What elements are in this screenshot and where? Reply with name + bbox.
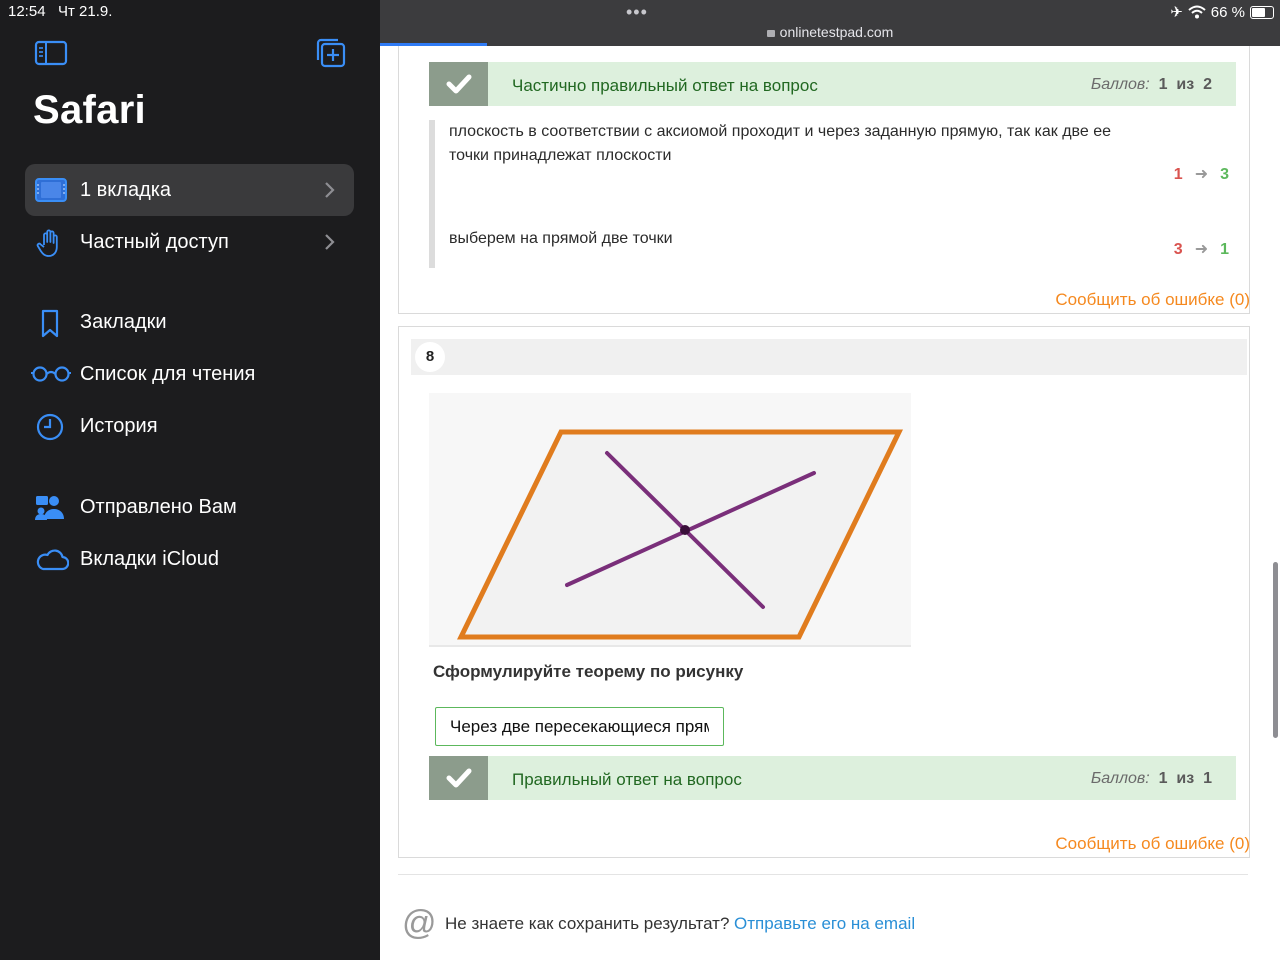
address-bar[interactable]: onlinetestpad.com (380, 24, 1280, 40)
browser-toolbar: ••• onlinetestpad.com ✈ 66 % (380, 0, 1280, 46)
status-time: 12:54 (8, 3, 46, 20)
sidebar-item-label: 1 вкладка (80, 179, 172, 201)
result-bar-correct: Правильный ответ на вопрос Баллов: 1 из … (429, 756, 1236, 800)
battery-icon (1250, 5, 1274, 19)
glasses-icon (31, 360, 71, 388)
score: Баллов: 1 из 1 (1090, 770, 1212, 787)
report-error-link[interactable]: Сообщить об ошибке (0) (1055, 834, 1250, 854)
sidebar-item-label: История (80, 415, 158, 437)
sidebar-item-reading-list[interactable]: Список для чтения (25, 348, 354, 400)
shared-people-icon (35, 493, 65, 521)
status-right: ✈ 66 % (1170, 3, 1274, 21)
airplane-icon: ✈ (1170, 4, 1183, 21)
question-header: 8 (411, 339, 1247, 375)
result-bar-partial: Частично правильный ответ на вопрос Балл… (429, 62, 1236, 106)
sidebar-item-icloud-tabs[interactable]: Вкладки iCloud (25, 533, 354, 585)
lock-icon (766, 30, 775, 37)
question-card-8: 8 Сформулируйте теорему по рисунку Прави… (398, 326, 1250, 858)
chevron-right-icon (324, 180, 336, 200)
battery-percent: 66 % (1210, 3, 1245, 21)
status-date: Чт 21.9. (58, 3, 113, 20)
checkmark-icon (429, 62, 488, 106)
answer-text: плоскость в соответствии с аксиомой прох… (449, 123, 1112, 164)
sidebar-item-label: Закладки (80, 311, 167, 333)
report-error-link[interactable]: Сообщить об ошибке (0) (1055, 290, 1250, 310)
sidebar-item-label: Отправлено Вам (80, 496, 237, 518)
sidebar-item-label: Список для чтения (80, 363, 256, 385)
new-tab-group-icon[interactable] (314, 38, 348, 68)
result-text: Частично правильный ответ на вопрос (512, 76, 818, 95)
answer-input[interactable] (435, 707, 724, 746)
checkmark-icon (429, 756, 488, 800)
clock-icon (35, 412, 65, 441)
chevron-right-icon (324, 232, 336, 252)
sidebar-item-tabs[interactable]: 1 вкладка (25, 164, 354, 216)
order-pair: 3 ➜ 1 (1173, 241, 1229, 258)
hand-icon (35, 228, 65, 257)
tabs-icon (35, 176, 67, 204)
save-result-question: Не знаете как сохранить результат? (445, 914, 730, 933)
answer-list (429, 120, 435, 268)
question-card-7: Частично правильный ответ на вопрос Балл… (398, 46, 1250, 314)
sidebar-item-private[interactable]: Частный доступ (25, 216, 354, 268)
arrow-right-icon: ➜ (1194, 241, 1209, 258)
sidebar-toggle-icon[interactable] (34, 38, 68, 68)
url-text: onlinetestpad.com (779, 24, 894, 40)
bookmark-icon (35, 308, 65, 338)
at-icon: @ (402, 904, 437, 942)
multitasking-dots-icon[interactable]: ••• (626, 2, 648, 23)
scrollbar[interactable] (1273, 562, 1278, 738)
order-pair: 1 ➜ 3 (1173, 166, 1229, 183)
send-email-link[interactable]: Отправьте его на email (734, 914, 915, 934)
safari-sidebar: 12:54 Чт 21.9. Safari 1 вкладка Частный … (0, 0, 380, 960)
answer-text: выберем на прямой две точки (449, 230, 673, 247)
sidebar-title: Safari (33, 88, 146, 132)
wifi-icon (1188, 5, 1206, 19)
page-content: Частично правильный ответ на вопрос Балл… (380, 46, 1280, 960)
question-figure (429, 393, 911, 647)
cloud-icon (35, 545, 70, 573)
sidebar-item-history[interactable]: История (25, 400, 354, 452)
sidebar-item-label: Частный доступ (80, 231, 229, 253)
footer-divider (398, 874, 1248, 875)
score: Баллов: 1 из 2 (1090, 76, 1212, 93)
sidebar-item-bookmarks[interactable]: Закладки (25, 296, 354, 348)
arrow-right-icon: ➜ (1194, 166, 1209, 183)
sidebar-item-label: Вкладки iCloud (80, 548, 219, 570)
question-text: Сформулируйте теорему по рисунку (433, 662, 744, 681)
result-text: Правильный ответ на вопрос (512, 770, 742, 789)
question-number: 8 (415, 342, 445, 372)
sidebar-item-shared[interactable]: Отправлено Вам (25, 481, 354, 533)
